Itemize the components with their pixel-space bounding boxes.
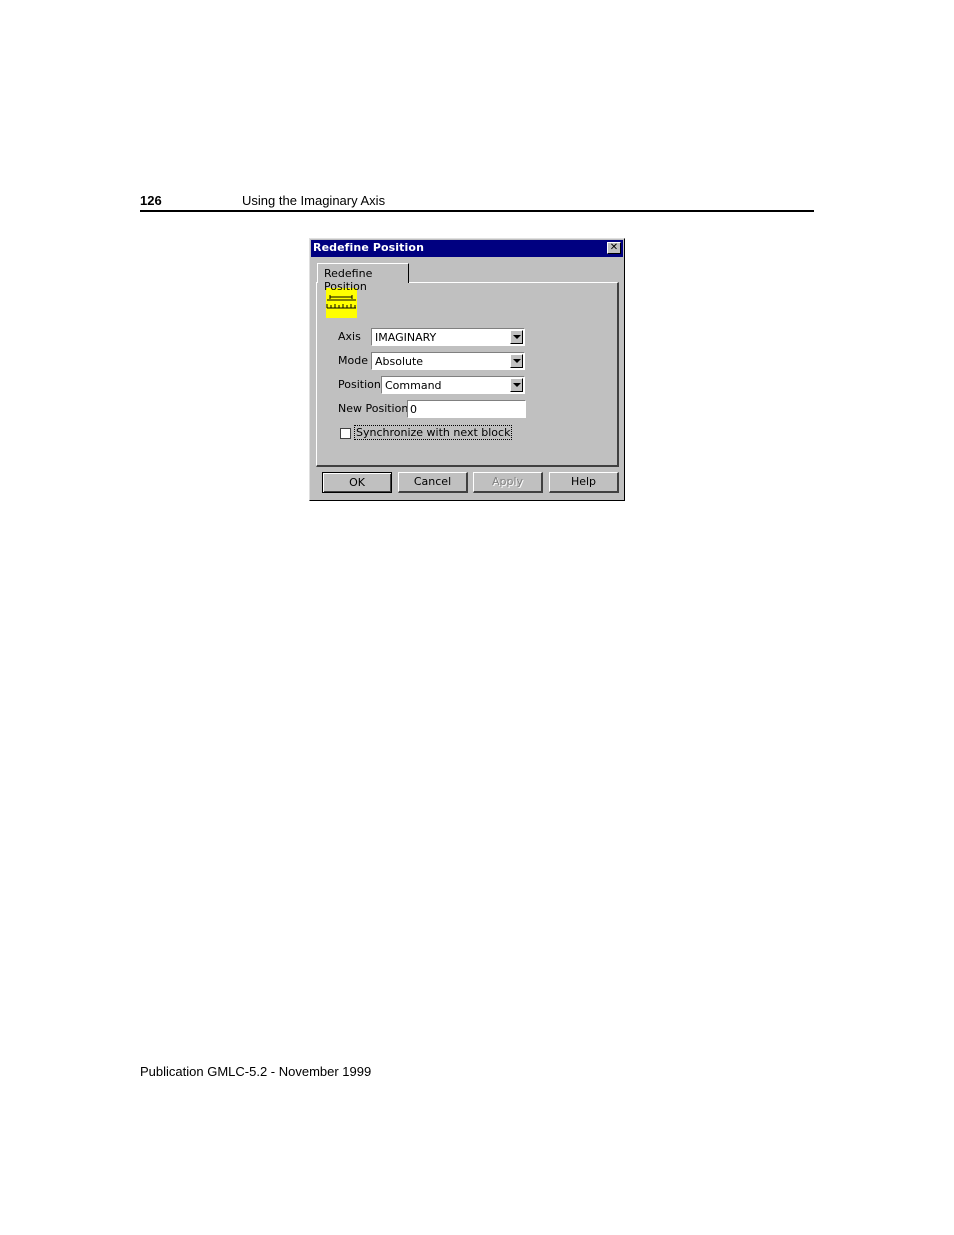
ok-button-label: OK (349, 476, 365, 489)
apply-button: Apply (473, 472, 543, 493)
new-position-value: 0 (410, 403, 417, 416)
tab-redefine-position[interactable]: Redefine Position (317, 263, 409, 293)
position-select[interactable]: Command (381, 376, 525, 394)
header-title: Using the Imaginary Axis (242, 193, 386, 208)
cancel-button[interactable]: Cancel (398, 472, 468, 493)
mode-value: Absolute (375, 355, 424, 368)
mode-label: Mode (338, 354, 368, 367)
axis-label: Axis (338, 330, 361, 343)
dialog-titlebar[interactable]: Redefine Position ✕ (311, 240, 623, 257)
close-icon[interactable]: ✕ (607, 242, 621, 254)
tab-label: Redefine Position (324, 267, 373, 293)
page-header: 126 Using the Imaginary Axis (140, 192, 814, 212)
page-number: 126 (140, 193, 162, 208)
axis-value: IMAGINARY (375, 331, 437, 344)
new-position-label: New Position (338, 402, 409, 415)
dialog-title: Redefine Position (313, 241, 424, 254)
apply-button-label: Apply (491, 475, 524, 488)
position-label: Position (338, 378, 381, 391)
chevron-down-icon[interactable] (510, 354, 523, 368)
new-position-input[interactable]: 0 (407, 400, 526, 418)
axis-select[interactable]: IMAGINARY (371, 328, 525, 346)
page-footer: Publication GMLC-5.2 - November 1999 (140, 1064, 372, 1079)
help-button[interactable]: Help (549, 472, 619, 493)
synchronize-checkbox[interactable] (340, 428, 351, 439)
synchronize-label[interactable]: Synchronize with next block (353, 425, 513, 440)
header-rule (140, 210, 814, 212)
help-button-label: Help (570, 475, 597, 488)
chevron-down-icon[interactable] (510, 330, 523, 344)
chevron-down-icon[interactable] (510, 378, 523, 392)
tab-panel (316, 282, 619, 467)
mode-select[interactable]: Absolute (371, 352, 525, 370)
cancel-button-label: Cancel (413, 475, 452, 488)
redefine-position-dialog: Redefine Position ✕ Redefine Position Ax… (309, 238, 625, 501)
position-value: Command (385, 379, 442, 392)
ok-button[interactable]: OK (322, 472, 392, 493)
